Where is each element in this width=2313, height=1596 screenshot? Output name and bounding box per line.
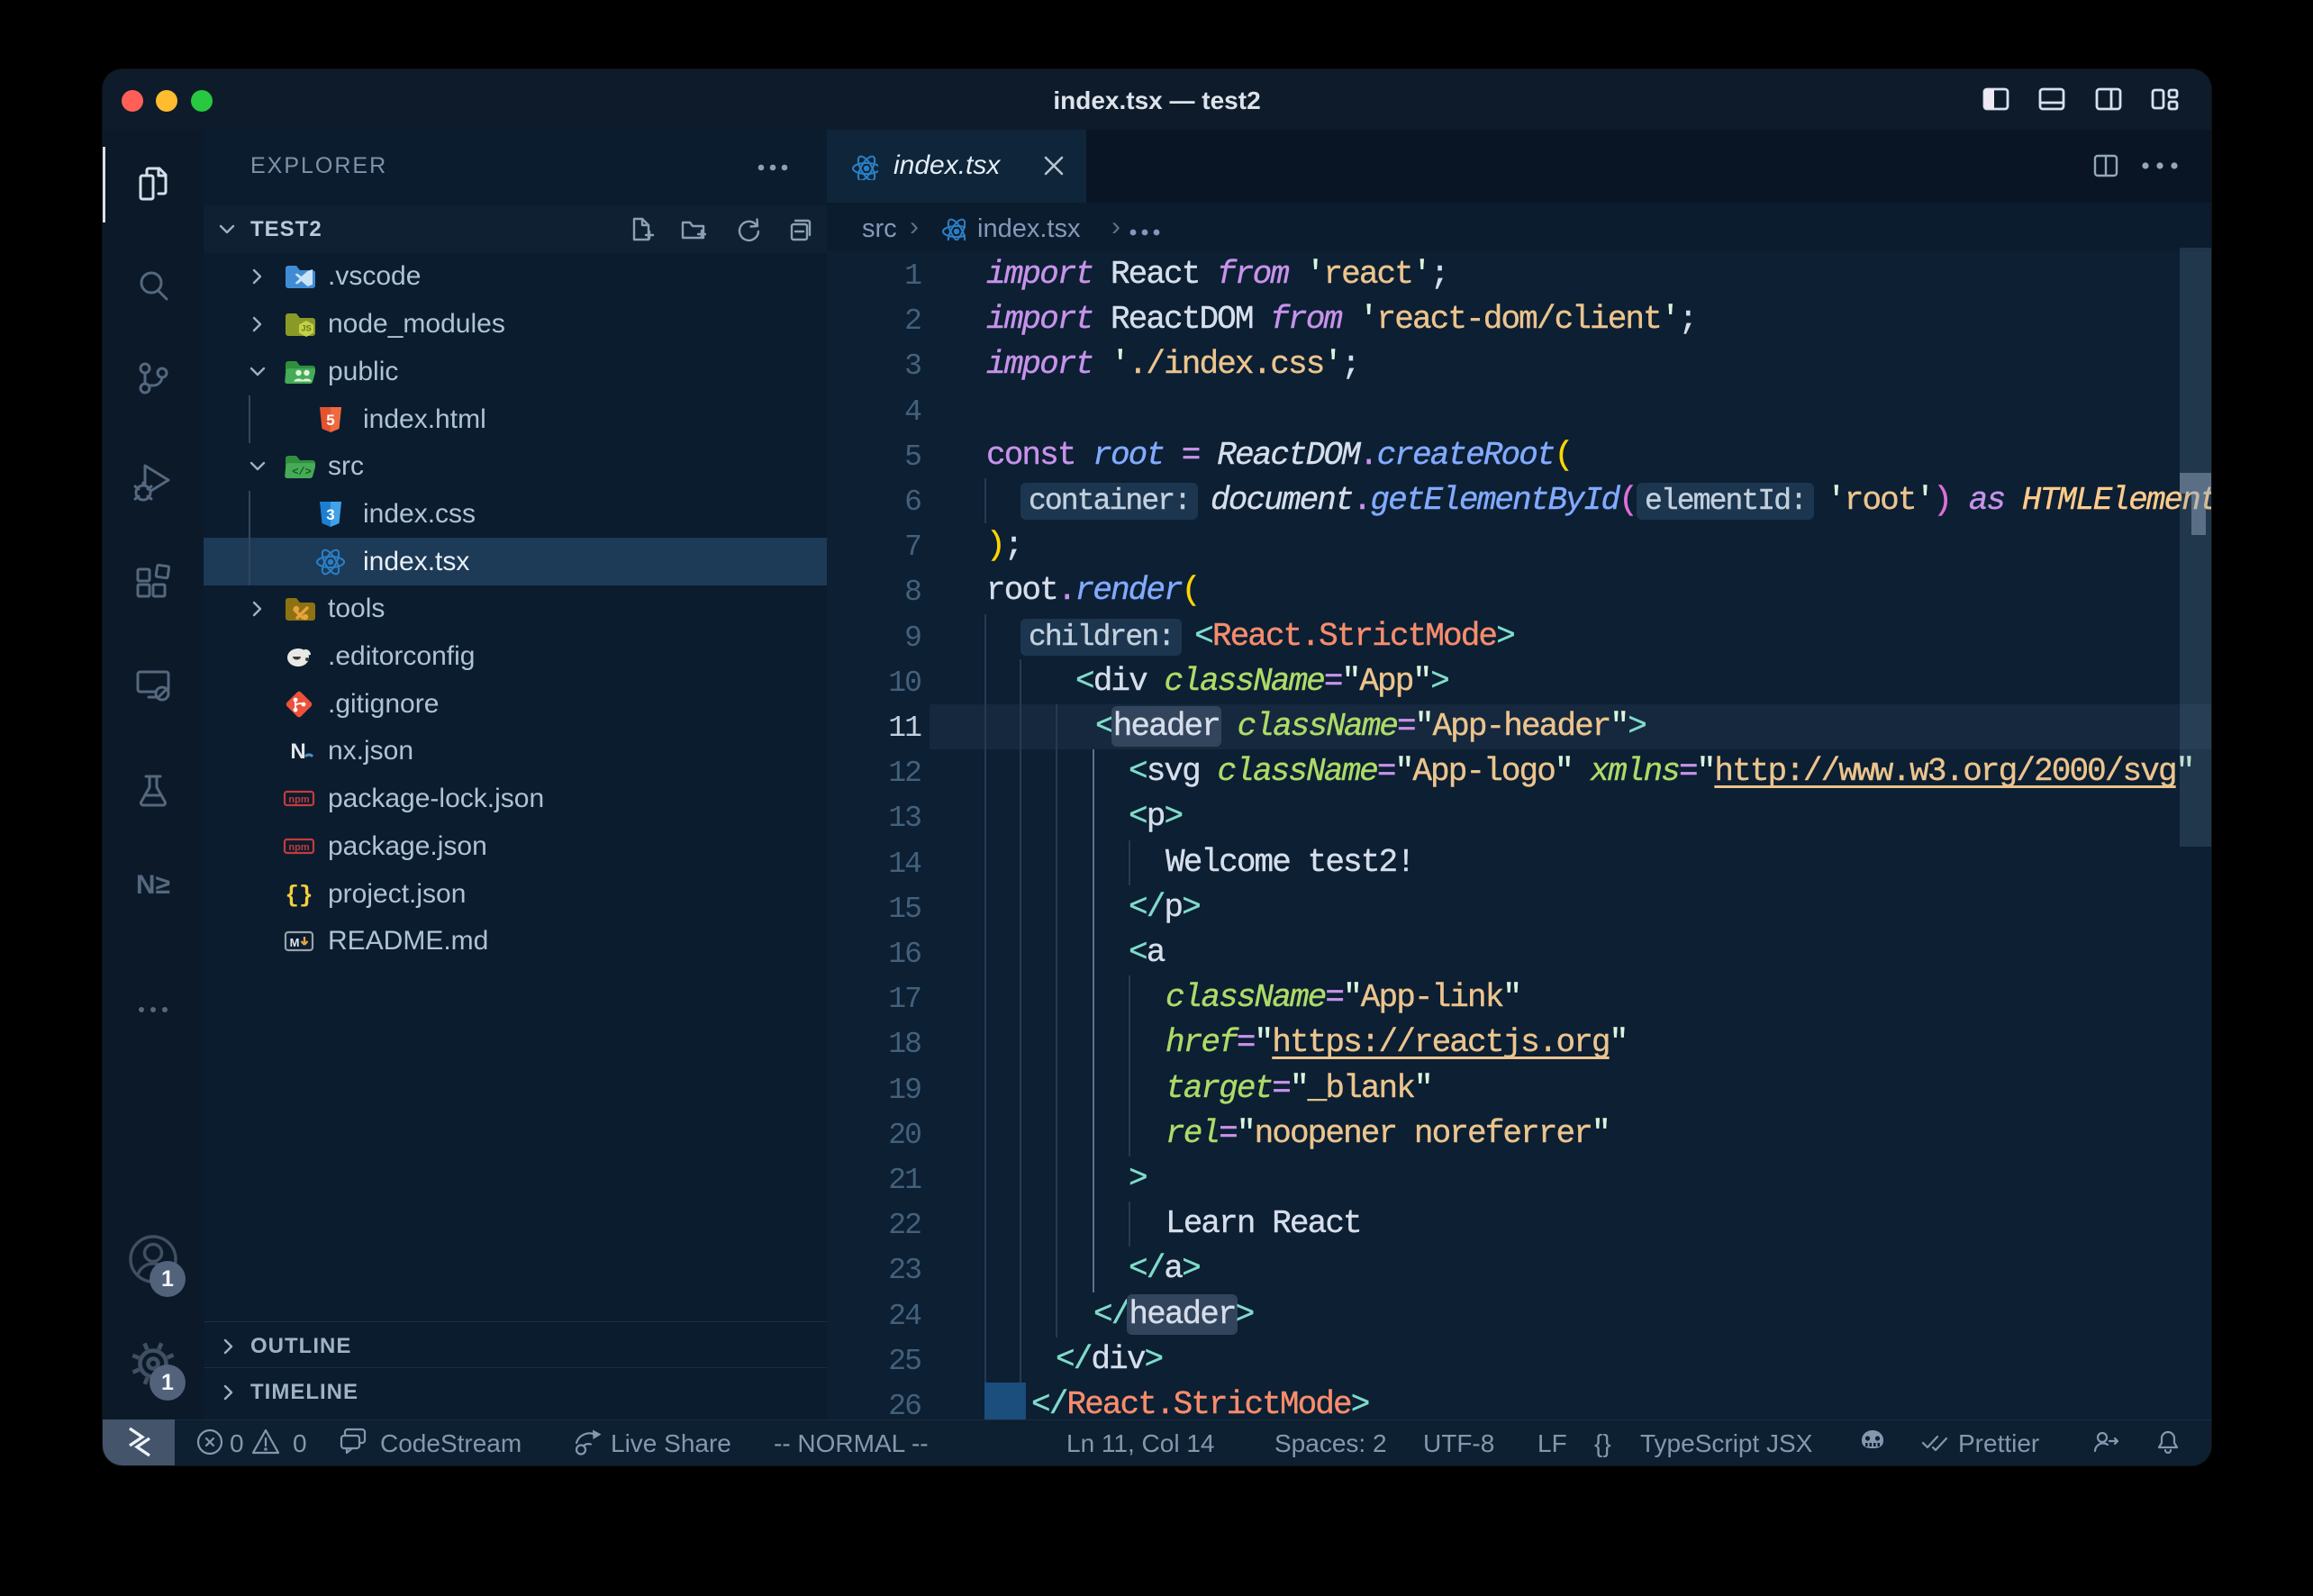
svg-text:{}: {} <box>285 882 313 909</box>
svg-text:5: 5 <box>326 412 334 429</box>
svg-text:JS: JS <box>301 324 312 334</box>
svg-text:M: M <box>290 936 300 949</box>
svg-text:</>: </> <box>292 466 312 478</box>
svg-text:3: 3 <box>326 506 334 523</box>
svg-text:npm: npm <box>288 842 309 853</box>
svg-text:N: N <box>290 739 305 764</box>
svg-text:npm: npm <box>288 794 309 805</box>
